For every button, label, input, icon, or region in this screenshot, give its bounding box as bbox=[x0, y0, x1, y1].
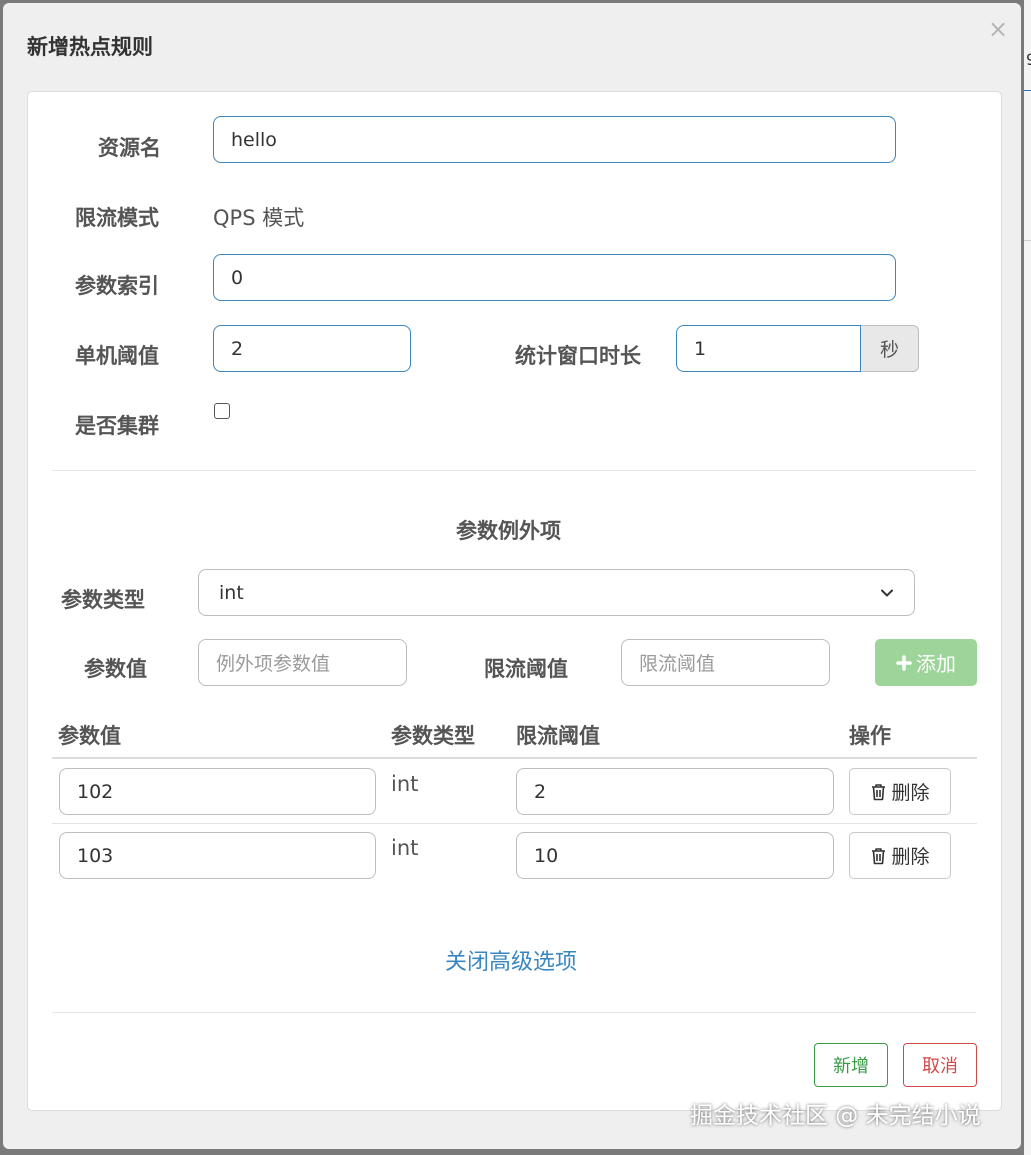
mode-value: QPS 模式 bbox=[213, 206, 305, 230]
footer-divider bbox=[52, 1012, 976, 1013]
close-advanced-link[interactable]: 关闭高级选项 bbox=[445, 944, 577, 976]
row-param-value-input[interactable]: 102 bbox=[59, 768, 376, 815]
threshold-label: 单机阈值 bbox=[75, 344, 159, 368]
mode-label: 限流模式 bbox=[75, 206, 159, 230]
exceptions-section-title: 参数例外项 bbox=[456, 519, 561, 543]
param-value-placeholder: 例外项参数值 bbox=[216, 653, 331, 675]
window-unit-addon: 秒 bbox=[861, 325, 919, 372]
param-type-select[interactable]: int bbox=[198, 569, 915, 616]
threshold-value: 2 bbox=[231, 337, 244, 360]
backdrop-line bbox=[1024, 90, 1031, 91]
table-row-divider bbox=[52, 823, 977, 824]
backdrop-page bbox=[1024, 0, 1031, 1155]
row-param-type: int bbox=[391, 772, 419, 796]
cancel-button[interactable]: 取消 bbox=[903, 1043, 977, 1087]
resource-input[interactable]: hello bbox=[213, 116, 896, 163]
chevron-down-icon bbox=[881, 589, 893, 596]
threshold-input[interactable]: 2 bbox=[213, 325, 411, 372]
watermark: 掘金技术社区 @ 未完结小说 bbox=[690, 1103, 981, 1129]
limit-label: 限流阈值 bbox=[484, 657, 568, 681]
add-button-label: 添加 bbox=[916, 652, 956, 676]
cluster-label: 是否集群 bbox=[75, 414, 159, 438]
row-limit-value: 2 bbox=[534, 780, 547, 803]
row-param-type: int bbox=[391, 836, 419, 860]
backdrop-text: 9 bbox=[1026, 50, 1031, 69]
param-index-label: 参数索引 bbox=[75, 274, 159, 298]
row-param-value-input[interactable]: 103 bbox=[59, 832, 376, 879]
delete-row-button[interactable]: 删除 bbox=[849, 832, 951, 879]
backdrop-line bbox=[1024, 240, 1031, 241]
param-index-input[interactable]: 0 bbox=[213, 254, 896, 301]
delete-row-button[interactable]: 删除 bbox=[849, 768, 951, 815]
window-label: 统计窗口时长 bbox=[515, 344, 641, 368]
param-value-input[interactable]: 例外项参数值 bbox=[198, 639, 407, 686]
row-limit-input[interactable]: 10 bbox=[516, 832, 834, 879]
delete-button-label: 删除 bbox=[891, 846, 930, 868]
param-value-label: 参数值 bbox=[84, 657, 147, 681]
window-input[interactable]: 1 bbox=[676, 325, 861, 372]
divider bbox=[52, 470, 976, 471]
table-header-divider bbox=[52, 757, 977, 759]
limit-input[interactable]: 限流阈值 bbox=[621, 639, 830, 686]
row-limit-value: 10 bbox=[534, 844, 559, 867]
resource-label: 资源名 bbox=[98, 136, 161, 160]
cluster-checkbox[interactable] bbox=[214, 403, 230, 419]
table-header-action: 操作 bbox=[849, 724, 891, 748]
plus-icon bbox=[896, 654, 912, 671]
table-header-limit: 限流阈值 bbox=[516, 724, 600, 748]
trash-icon bbox=[872, 783, 886, 800]
param-index-value: 0 bbox=[231, 266, 244, 289]
table-header-param-type: 参数类型 bbox=[391, 724, 475, 748]
row-limit-input[interactable]: 2 bbox=[516, 768, 834, 815]
form-panel: 资源名 hello 限流模式 QPS 模式 参数索引 0 单机阈值 2 统计窗口… bbox=[27, 91, 1002, 1111]
param-type-label: 参数类型 bbox=[61, 588, 145, 612]
param-type-selected: int bbox=[219, 581, 244, 604]
dialog-title: 新增热点规则 bbox=[27, 35, 153, 59]
trash-icon bbox=[872, 847, 886, 864]
row-param-value: 102 bbox=[77, 780, 114, 803]
submit-button[interactable]: 新增 bbox=[814, 1043, 888, 1087]
row-param-value: 103 bbox=[77, 844, 114, 867]
window-value: 1 bbox=[694, 337, 707, 360]
resource-input-value: hello bbox=[231, 128, 277, 151]
add-button[interactable]: 添加 bbox=[875, 639, 977, 686]
hotspot-rule-dialog: 新增热点规则 × 资源名 hello 限流模式 QPS 模式 参数索引 0 单机… bbox=[3, 3, 1021, 1149]
limit-placeholder: 限流阈值 bbox=[639, 653, 716, 675]
table-header-param-value: 参数值 bbox=[58, 724, 121, 748]
close-icon[interactable]: × bbox=[988, 17, 1008, 41]
delete-button-label: 删除 bbox=[891, 782, 930, 804]
